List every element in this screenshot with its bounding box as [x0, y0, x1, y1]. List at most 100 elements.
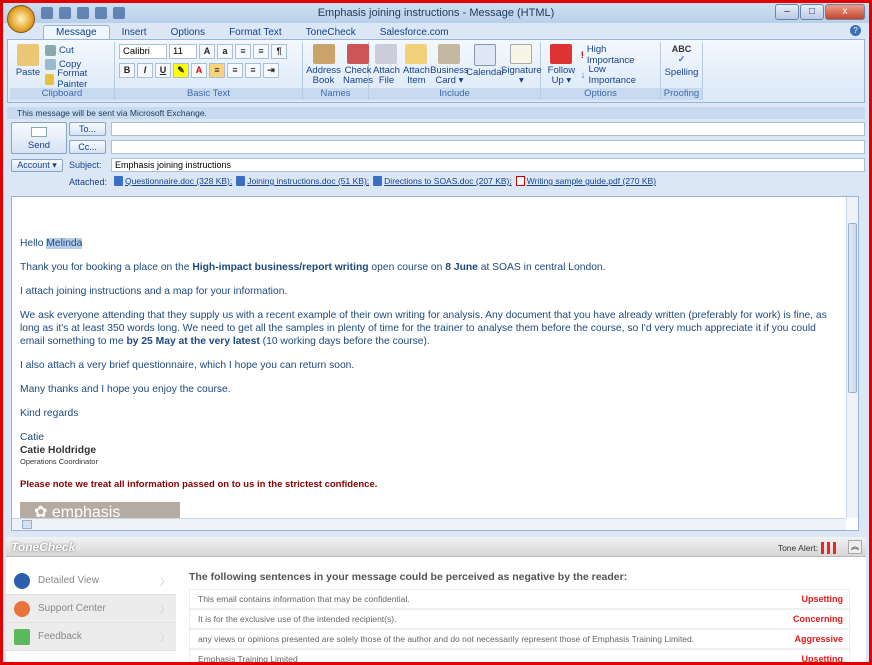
bullets-icon[interactable]: ≡	[235, 44, 251, 59]
tab-tonecheck[interactable]: ToneCheck	[294, 26, 368, 39]
font-name-select[interactable]: Calibri	[119, 44, 167, 59]
tab-insert[interactable]: Insert	[110, 26, 159, 39]
options-group: Follow Up ▾ ! High Importance ↓ Low Import…	[541, 42, 661, 100]
bold-icon[interactable]: B	[119, 63, 135, 78]
styles-icon[interactable]: ¶	[271, 44, 287, 59]
attachment-link[interactable]: Directions to SOAS.doc (207 KB);	[373, 176, 512, 186]
address-book-button[interactable]: Address Book	[306, 44, 341, 86]
send-button[interactable]: Send	[11, 122, 67, 154]
align-right-icon[interactable]: ≡	[245, 63, 261, 78]
close-button[interactable]: x	[825, 4, 865, 20]
attachment-link[interactable]: Questionnaire.doc (328 KB);	[114, 176, 232, 186]
ribbon: Paste Cut Copy Format Painter Clipboard …	[7, 39, 865, 103]
lifebuoy-icon	[14, 600, 30, 617]
tab-salesforce[interactable]: Salesforce.com	[368, 26, 461, 39]
cut-button[interactable]: Cut	[44, 44, 110, 56]
align-center-icon[interactable]: ≡	[227, 63, 243, 78]
tone-result-row[interactable]: Emphasis Training Limited Upsetting	[189, 649, 850, 664]
selected-name: Melinda	[46, 238, 83, 249]
numbering-icon[interactable]: ≡	[253, 44, 269, 59]
tone-result-row[interactable]: any views or opinions presented are sole…	[189, 629, 850, 649]
pdf-icon	[515, 176, 525, 186]
attachments-list: Questionnaire.doc (328 KB); Joining instr…	[111, 175, 865, 189]
font-size-select[interactable]: 11	[169, 44, 197, 59]
scroll-thumb[interactable]	[22, 520, 32, 529]
help-icon[interactable]: ?	[850, 25, 861, 36]
subject-field[interactable]: Emphasis joining instructions	[111, 158, 865, 172]
tone-result-row[interactable]: This email contains information that may…	[189, 589, 850, 609]
tonecheck-panel: ToneCheck Tone Alert: ︽ Detailed View Su…	[6, 537, 866, 662]
info-icon	[14, 572, 30, 589]
nav-feedback[interactable]: Feedback	[6, 623, 176, 651]
greeting: Hello	[20, 238, 47, 249]
tone-result-row[interactable]: It is for the exclusive use of the inten…	[189, 609, 850, 629]
italic-icon[interactable]: I	[137, 63, 153, 78]
brush-icon	[44, 73, 55, 85]
nav-support-center[interactable]: Support Center	[6, 595, 176, 623]
attachment-link[interactable]: Joining instructions.doc (51 KB);	[236, 176, 369, 186]
font-color-icon[interactable]: A	[191, 63, 207, 78]
group-label: Clipboard	[10, 88, 114, 100]
cc-field[interactable]	[111, 140, 865, 154]
tone-label: Concerning	[792, 614, 843, 624]
signature-first-name: Catie	[20, 432, 45, 443]
shrink-font-icon[interactable]: a	[217, 44, 233, 59]
low-importance-button[interactable]: ↓ Low Importance	[581, 64, 656, 86]
basic-text-group: Calibri 11 Aa ≡ ≡ ¶ B I U ✎ A ≡ ≡ ≡ ⇥ Basic Text	[115, 42, 303, 100]
tone-label: Aggressive	[794, 634, 843, 644]
include-group: Attach File Attach Item Business Card ▾ …	[369, 42, 542, 100]
account-button[interactable]: Account ▾	[11, 159, 63, 172]
info-bar: This message will be sent via Microsoft …	[7, 107, 865, 119]
envelope-icon	[405, 44, 428, 64]
indent-icon[interactable]: ⇥	[263, 63, 279, 78]
vertical-scrollbar[interactable]	[846, 197, 858, 518]
message-body[interactable]: Hello Melinda Thank you for booking a pl…	[11, 196, 859, 531]
word-doc-icon	[114, 176, 123, 186]
signature-button[interactable]: Signature ▾	[501, 44, 542, 86]
tone-label: Upsetting	[801, 654, 844, 664]
to-button[interactable]: To...	[69, 122, 106, 136]
tab-options[interactable]: Options	[159, 26, 217, 39]
flag-icon	[550, 44, 573, 64]
paragraph: I also attach a very brief questionnaire…	[20, 360, 355, 371]
format-painter-button[interactable]: Format Painter	[44, 68, 110, 90]
calendar-button[interactable]: Calendar	[466, 44, 505, 86]
align-left-icon[interactable]: ≡	[209, 63, 225, 78]
paste-button[interactable]: Paste	[14, 44, 42, 86]
signature-icon	[510, 44, 533, 64]
underline-icon[interactable]: U	[155, 63, 171, 78]
attach-item-button[interactable]: Attach Item	[403, 44, 430, 86]
collapse-icon[interactable]: ︽	[848, 540, 862, 554]
signature-title: Operations Coordinator	[20, 457, 98, 466]
grow-font-icon[interactable]: A	[199, 44, 215, 59]
high-importance-button[interactable]: ! High Importance	[580, 44, 656, 66]
scroll-thumb[interactable]	[848, 223, 857, 393]
highlight-icon[interactable]: ✎	[173, 63, 189, 78]
follow-up-button[interactable]: Follow Up ▾	[545, 44, 578, 86]
title-bar: Emphasis joining instructions - Message …	[3, 3, 869, 33]
ribbon-tabs: Message Insert Options Format Text ToneC…	[3, 23, 869, 39]
signature-full-name: Catie Holdridge	[20, 445, 97, 456]
check-names-icon	[347, 44, 370, 64]
business-card-button[interactable]: Business Card ▾	[430, 44, 469, 86]
subject-label: Subject:	[69, 160, 102, 170]
nav-detailed-view[interactable]: Detailed View	[6, 567, 176, 595]
message-header-form: Send To... Cc... Account ▾ Subject: Emph…	[7, 119, 865, 191]
group-label: Names	[303, 88, 368, 100]
horizontal-scrollbar[interactable]	[12, 518, 846, 530]
minimize-button[interactable]: –	[775, 4, 799, 20]
spelling-button[interactable]: ABC ✓ Spelling	[665, 44, 699, 86]
paragraph: Thank you for booking a place on the Hig…	[20, 262, 606, 273]
exclamation-icon: !	[580, 49, 584, 61]
attachment-link[interactable]: Writing sample guide.pdf (270 KB)	[515, 176, 656, 186]
group-label: Options	[541, 88, 660, 100]
tab-message[interactable]: Message	[43, 25, 110, 39]
attach-file-button[interactable]: Attach File	[373, 44, 400, 86]
cc-button[interactable]: Cc...	[69, 140, 106, 154]
to-field[interactable]	[111, 122, 865, 136]
office-button[interactable]	[7, 5, 35, 33]
tab-format-text[interactable]: Format Text	[217, 26, 294, 39]
confidentiality-notice: Please note we treat all information pas…	[20, 479, 378, 490]
maximize-button[interactable]: □	[800, 4, 824, 20]
feedback-arrows-icon	[14, 628, 30, 645]
